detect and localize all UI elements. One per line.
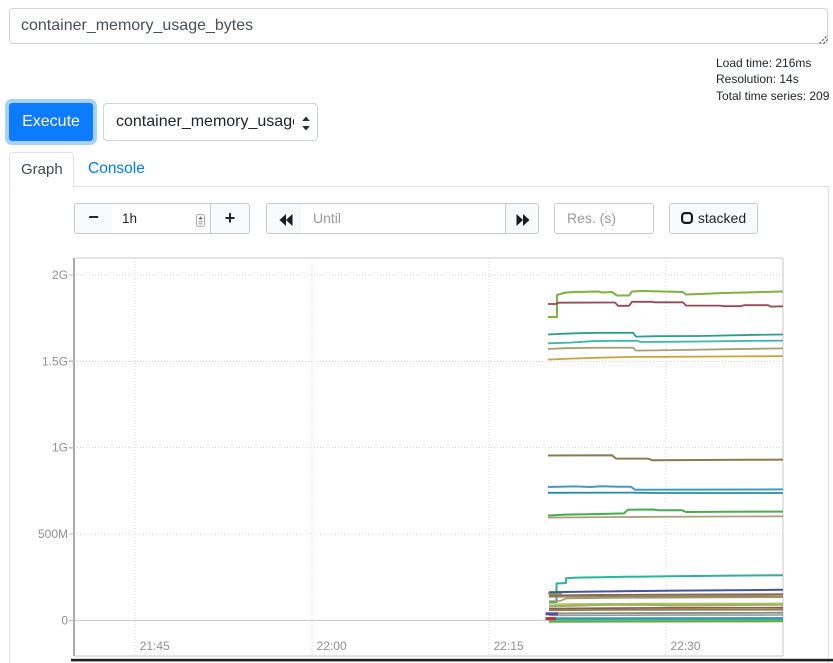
svg-text:21:45: 21:45 xyxy=(140,639,170,653)
svg-text:1.5G: 1.5G xyxy=(42,354,68,368)
svg-text:2G: 2G xyxy=(52,268,68,282)
svg-text:22:30: 22:30 xyxy=(671,639,701,653)
svg-text:1G: 1G xyxy=(52,441,68,455)
svg-text:500M: 500M xyxy=(38,527,68,541)
svg-text:22:15: 22:15 xyxy=(494,639,524,653)
svg-text:0: 0 xyxy=(61,614,68,628)
svg-text:22:00: 22:00 xyxy=(317,639,347,653)
